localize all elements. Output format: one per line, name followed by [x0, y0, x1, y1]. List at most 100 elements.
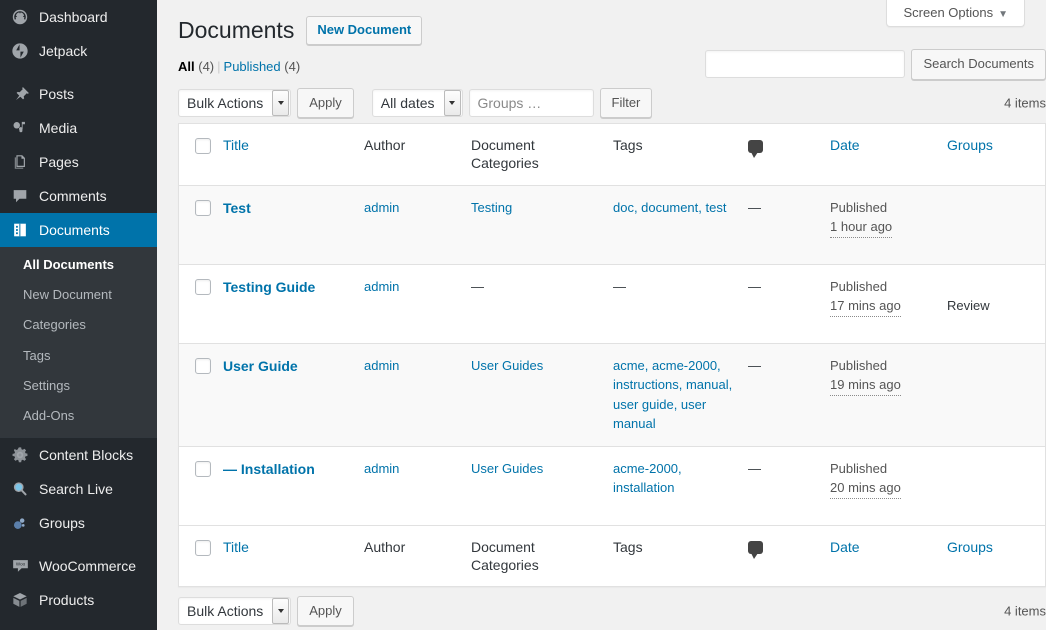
row-title-link[interactable]: User Guide: [223, 358, 298, 374]
comment-bubble-icon: [748, 139, 763, 158]
view-published-count: (4): [284, 59, 301, 75]
sidebar-item-media[interactable]: Media: [0, 111, 157, 145]
column-header-groups[interactable]: Groups: [947, 124, 1045, 186]
row-checkbox[interactable]: [195, 357, 211, 374]
submenu-item-settings[interactable]: Settings: [0, 371, 157, 401]
column-footer-tags: Tags: [613, 524, 748, 586]
view-published[interactable]: Published (4): [224, 59, 301, 74]
sidebar-item-label: Comments: [39, 188, 107, 204]
sort-groups-link-bottom[interactable]: Groups: [947, 539, 993, 555]
row-category-link[interactable]: User Guides: [471, 461, 543, 476]
row-title-cell: Testing Guide: [223, 263, 364, 343]
row-date-status: Published: [830, 460, 888, 476]
column-footer-title[interactable]: Title: [223, 524, 364, 586]
sidebar-item-content-blocks[interactable]: Content Blocks: [0, 438, 157, 472]
row-title-link[interactable]: — Installation: [223, 461, 315, 477]
row-tags-cell: acme, acme-2000, instructions, manual, u…: [613, 342, 748, 446]
sidebar-item-jetpack[interactable]: Jetpack: [0, 34, 157, 68]
submenu-item-add-ons[interactable]: Add-Ons: [0, 401, 157, 431]
gear-icon: [10, 445, 30, 465]
documents-icon: [10, 220, 30, 240]
new-document-button[interactable]: New Document: [306, 16, 423, 46]
column-header-comments: [748, 124, 830, 186]
views-separator: |: [214, 59, 223, 74]
row-date-cell: Published 19 mins ago: [830, 342, 947, 446]
search-input[interactable]: [705, 50, 906, 79]
row-date-ago: 1 hour ago: [830, 217, 893, 238]
row-author-link[interactable]: admin: [364, 279, 399, 294]
bulk-actions-area: Bulk Actions Apply All dates Filter: [178, 87, 658, 119]
row-category-link[interactable]: User Guides: [471, 358, 543, 373]
sidebar-gap-1: [0, 68, 157, 77]
table-head: Title Author Document Categories Tags Da…: [179, 124, 1045, 186]
column-header-date[interactable]: Date: [830, 124, 947, 186]
row-author-link[interactable]: admin: [364, 461, 399, 476]
view-all[interactable]: All (4): [178, 59, 214, 74]
submenu-item-categories[interactable]: Categories: [0, 310, 157, 340]
bulk-actions-select-top[interactable]: Bulk Actions: [178, 89, 292, 118]
sidebar-item-search-live[interactable]: Search Live: [0, 472, 157, 506]
sidebar-gap-2: [0, 540, 157, 549]
sort-title-link[interactable]: Title: [223, 137, 249, 153]
row-title-cell: User Guide: [223, 342, 364, 446]
sidebar-item-pages[interactable]: Pages: [0, 145, 157, 179]
submenu-item-all-documents[interactable]: All Documents: [0, 250, 157, 280]
filter-button[interactable]: Filter: [599, 87, 653, 119]
column-header-title[interactable]: Title: [223, 124, 364, 186]
sidebar-item-comments[interactable]: Comments: [0, 179, 157, 213]
displaying-num-bottom: 4 items: [1004, 603, 1046, 619]
row-author-cell: admin: [364, 185, 471, 264]
sidebar-item-posts[interactable]: Posts: [0, 77, 157, 111]
sidebar-item-documents[interactable]: Documents: [0, 213, 157, 247]
row-author-link[interactable]: admin: [364, 200, 399, 215]
admin-sidebar: Dashboard Jetpack Posts Media Pages Comm…: [0, 0, 157, 630]
sidebar-item-products[interactable]: Products: [0, 583, 157, 617]
row-checkbox[interactable]: [195, 278, 211, 295]
view-published-link[interactable]: Published: [224, 59, 281, 74]
sidebar-item-groups[interactable]: Groups: [0, 506, 157, 540]
row-date-status: Published: [830, 278, 888, 294]
column-header-categories: Document Categories: [471, 124, 613, 186]
submenu-item-tags[interactable]: Tags: [0, 341, 157, 371]
table-row: — Installation admin User Guides acme-20…: [179, 445, 1045, 525]
row-categories-cell: User Guides: [471, 445, 613, 525]
row-tags-links[interactable]: acme, acme-2000, instructions, manual, u…: [613, 358, 732, 432]
row-select-cell: [179, 342, 223, 446]
row-tags-links[interactable]: doc, document, test: [613, 200, 726, 215]
row-title-prefix: —: [223, 460, 241, 477]
submenu-item-new-document[interactable]: New Document: [0, 280, 157, 310]
column-footer-date[interactable]: Date: [830, 524, 947, 586]
row-author-link[interactable]: admin: [364, 358, 399, 373]
sidebar-item-label: Posts: [39, 86, 75, 102]
apply-button-bottom[interactable]: Apply: [297, 595, 354, 627]
date-filter-select[interactable]: All dates: [371, 89, 463, 118]
row-categories-cell: User Guides: [471, 342, 613, 446]
sort-date-link[interactable]: Date: [830, 137, 860, 153]
sort-date-link-bottom[interactable]: Date: [830, 539, 860, 555]
column-footer-groups[interactable]: Groups: [947, 524, 1045, 586]
row-tags-links[interactable]: acme-2000, installation: [613, 461, 682, 496]
bulk-actions-value: Bulk Actions: [187, 95, 264, 112]
select-all-checkbox-bottom[interactable]: [195, 539, 211, 556]
bulk-actions-select-bottom[interactable]: Bulk Actions: [178, 596, 292, 625]
sidebar-item-dashboard[interactable]: Dashboard: [0, 0, 157, 34]
sidebar-item-woocommerce[interactable]: Woo WooCommerce: [0, 549, 157, 583]
search-documents-button[interactable]: Search Documents: [911, 49, 1046, 80]
row-checkbox[interactable]: [195, 199, 211, 216]
table-header-row: Title Author Document Categories Tags Da…: [179, 124, 1045, 186]
column-footer-author: Author: [364, 524, 471, 586]
sort-title-link-bottom[interactable]: Title: [223, 539, 249, 555]
select-all-checkbox-top[interactable]: [195, 138, 211, 155]
row-tags-cell: acme-2000, installation: [613, 445, 748, 525]
row-title-link[interactable]: Test: [223, 200, 251, 216]
apply-button-top[interactable]: Apply: [297, 87, 354, 119]
sort-groups-link[interactable]: Groups: [947, 137, 993, 153]
row-checkbox[interactable]: [195, 460, 211, 477]
row-category-link[interactable]: Testing: [471, 200, 512, 215]
table-row: User Guide admin User Guides acme, acme-…: [179, 342, 1045, 446]
view-all-link[interactable]: All: [178, 59, 195, 74]
row-title-link[interactable]: Testing Guide: [223, 279, 315, 295]
groups-filter-input[interactable]: [468, 89, 594, 118]
page-title: Documents: [178, 17, 295, 44]
column-header-tags: Tags: [613, 124, 748, 186]
